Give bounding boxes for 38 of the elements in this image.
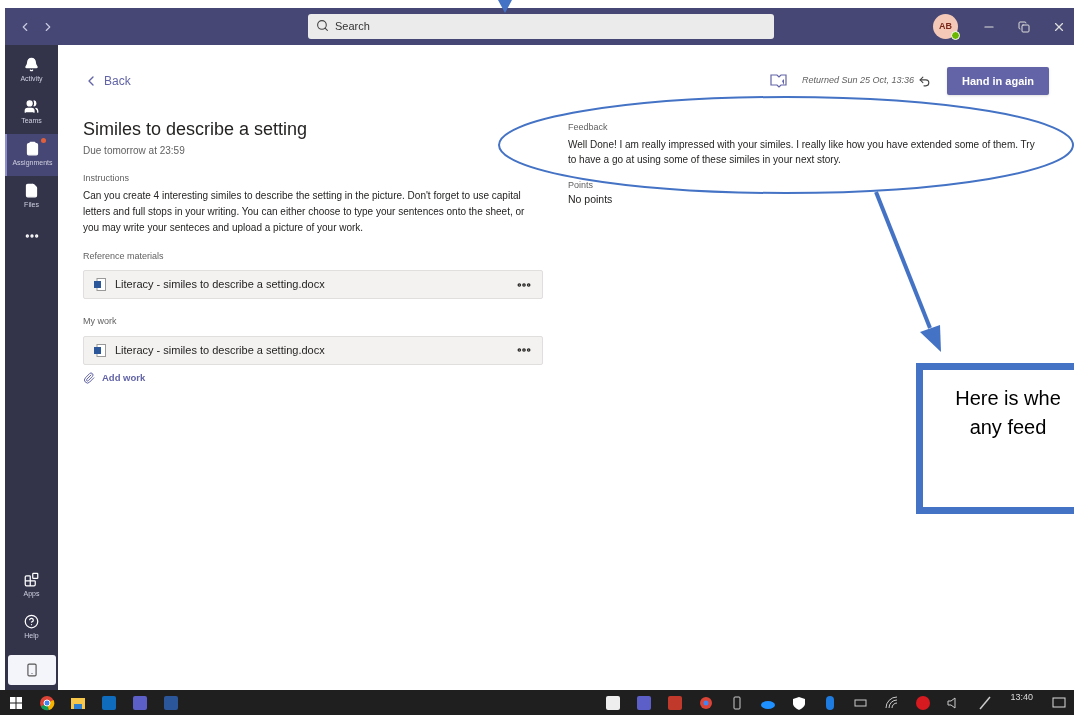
hand-in-button[interactable]: Hand in again: [947, 67, 1049, 95]
back-link[interactable]: Back: [83, 72, 131, 90]
callout-text: Here is whe any feed: [954, 386, 1062, 440]
add-work-link[interactable]: Add work: [83, 370, 543, 385]
section-label: Points: [568, 178, 594, 192]
file-card[interactable]: Literacy - similes to describe a setting.docx: [83, 270, 543, 299]
points-value: No points: [568, 192, 614, 207]
file-name: Literacy - similes to describe a setting.docx: [115, 342, 325, 358]
section-label: Reference materials: [83, 249, 165, 263]
file-card[interactable]: Literacy - similes to describe a setting.docx: [83, 335, 543, 365]
mobile-button[interactable]: [7, 655, 56, 685]
help-icon: [24, 614, 39, 630]
arrow-icon: [498, 0, 512, 13]
bell-icon: [24, 57, 39, 73]
clock: 13:40: [1010, 691, 1033, 704]
section-label: My work: [83, 315, 118, 328]
file-name: Literacy - similes to describe a setting.docx: [115, 277, 325, 293]
apps-icon: [24, 572, 39, 588]
section-label: Instructions: [83, 172, 131, 185]
assignment-title: Similes to describe a setting: [83, 118, 309, 141]
due-date: Due tomorrow at 23:59: [83, 144, 186, 158]
maximize-icon[interactable]: [1018, 20, 1030, 33]
phone-icon: [24, 663, 39, 677]
return-arrow-icon: [918, 74, 931, 88]
word-file-icon: [94, 278, 106, 291]
file-icon: [24, 183, 39, 199]
instructions-text: Can you create 4 interesting similes to describe the setting in the picture. Don't forget to use capital letters and full stops in your writing. You can either choose to type your sentences onto the sheet, or you may write your senteces and upload a picture of your work.: [83, 188, 526, 235]
feedback-text: Well Done! I am really impressed with your similes. I really like how you have extended some of them. Try to have a go at using some of these similes in your next story.: [568, 137, 1036, 167]
search-icon: [316, 19, 329, 32]
returned-status: Returned Sun 25 Oct, 13:36: [801, 74, 914, 88]
avatar[interactable]: AB: [933, 14, 958, 39]
section-label: Feedback: [568, 121, 609, 134]
paperclip-icon: [83, 371, 95, 384]
immersive-reader-icon[interactable]: [769, 73, 788, 89]
people-icon: [24, 99, 39, 115]
word-file-icon: [94, 343, 106, 357]
clipboard-icon: [25, 141, 40, 157]
search-field[interactable]: Search: [308, 13, 774, 39]
